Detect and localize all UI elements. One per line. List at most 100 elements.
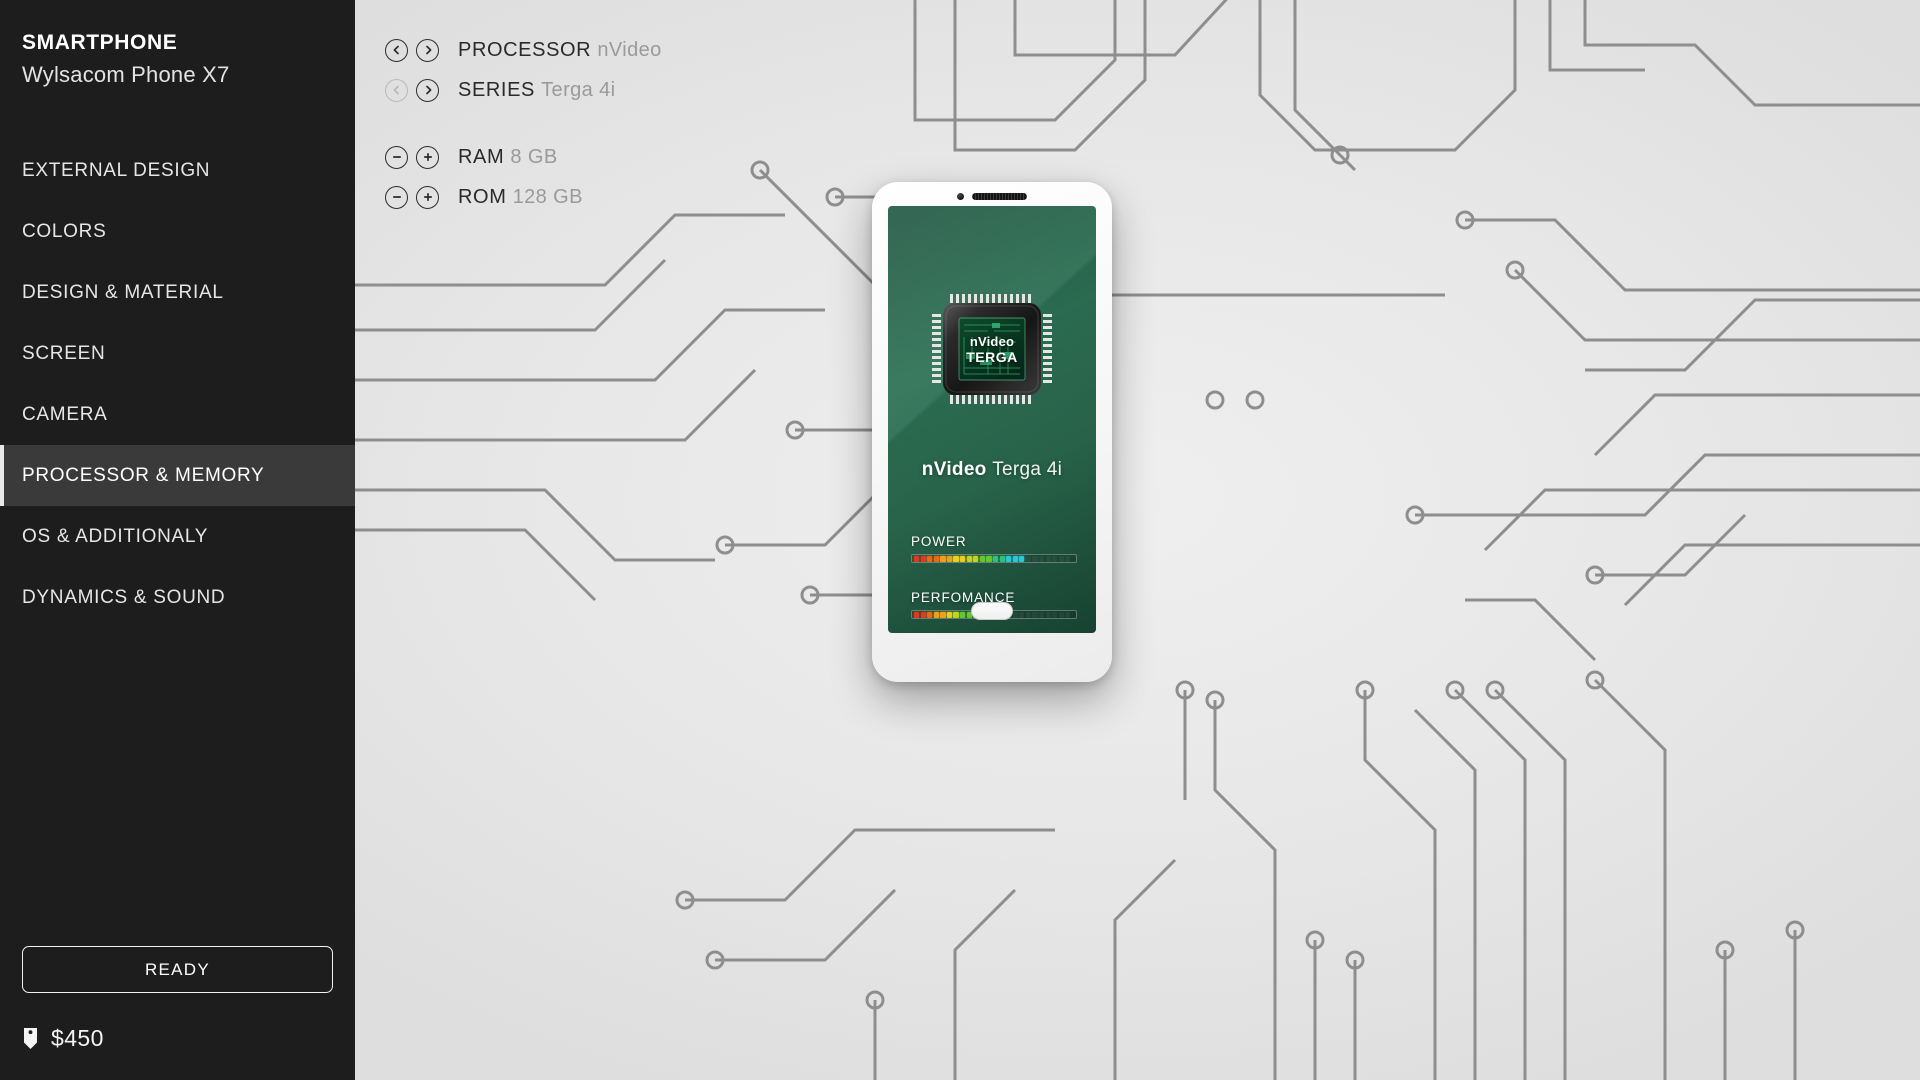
chevron-left-icon: [393, 45, 399, 55]
meter-segment: [1019, 555, 1025, 562]
meter-segment: [979, 555, 985, 562]
ram-label: RAM: [458, 145, 505, 168]
sidebar-item-label: EXTERNAL DESIGN: [22, 159, 211, 181]
sidebar-item-label: COLORS: [22, 220, 107, 242]
meter-segment: [1052, 555, 1058, 562]
meter-segment: [933, 555, 939, 562]
options-panel: PROCESSOR nVideo SERIES Terga 4i RAM 8 G…: [385, 30, 662, 217]
meter-segment: [966, 555, 972, 562]
sidebar-item-label: OS & ADDITIONALY: [22, 525, 209, 547]
chip-icon: [932, 294, 1052, 404]
meter-segment: [1045, 555, 1051, 562]
meter-segment: [1025, 611, 1032, 618]
meter-segment: [1012, 611, 1018, 618]
chip-name-model: Terga 4i: [992, 459, 1063, 480]
meter-segment: [1019, 611, 1025, 618]
option-group-memory: RAM 8 GB ROM 128 GB: [385, 137, 662, 217]
chevron-right-icon: [425, 45, 431, 55]
meter-segment: [920, 611, 926, 618]
meter-segment: [946, 611, 953, 618]
sidebar-item-dynamics-sound[interactable]: DYNAMICS & SOUND: [0, 567, 355, 628]
sidebar-item-colors[interactable]: COLORS: [0, 201, 355, 262]
meter-segment: [1058, 555, 1064, 562]
sidebar-menu: EXTERNAL DESIGN COLORS DESIGN & MATERIAL…: [0, 140, 355, 628]
chevron-right-icon: [425, 85, 431, 95]
meter-segment: [999, 555, 1005, 562]
meter-segment: [1006, 555, 1012, 562]
processor-chip-graphic: nVideo TERGA: [928, 290, 1056, 408]
meter-segment: [960, 611, 966, 618]
rom-decrease-button[interactable]: [385, 185, 408, 209]
ram-decrease-button[interactable]: [385, 145, 408, 169]
sidebar-item-external-design[interactable]: EXTERNAL DESIGN: [0, 140, 355, 201]
sidebar-item-label: PROCESSOR & MEMORY: [22, 464, 265, 486]
meter-segment: [927, 555, 933, 562]
series-next-button[interactable]: [416, 78, 439, 102]
front-camera-icon: [957, 193, 964, 200]
phone-top-bezel: [872, 193, 1112, 200]
rom-increase-button[interactable]: [416, 185, 439, 209]
ram-increase-button[interactable]: [416, 145, 439, 169]
meter-segment: [1038, 555, 1045, 562]
meter-segment: [992, 555, 999, 562]
price-tag-icon: [24, 1028, 37, 1049]
meter-power-bar: [911, 554, 1077, 563]
sidebar-item-label: DESIGN & MATERIAL: [22, 281, 224, 303]
meter-segment: [914, 611, 920, 618]
sidebar-item-label: SCREEN: [22, 342, 106, 364]
series-label: SERIES: [458, 78, 535, 101]
price-value: $450: [51, 1025, 104, 1051]
meter-segment: [1025, 555, 1032, 562]
meter-segment: [986, 555, 992, 562]
minus-circle-icon: [392, 196, 401, 198]
option-row-series: SERIES Terga 4i: [385, 70, 662, 110]
meter-segment: [1038, 611, 1045, 618]
meter-segment: [973, 555, 979, 562]
series-prev-button[interactable]: [385, 78, 408, 102]
rom-label: ROM: [458, 185, 507, 208]
sidebar-item-design-material[interactable]: DESIGN & MATERIAL: [0, 262, 355, 323]
ram-value: 8 GB: [510, 145, 558, 168]
processor-label: PROCESSOR: [458, 38, 592, 61]
meter-segment: [1032, 555, 1038, 562]
chevron-left-icon: [393, 85, 399, 95]
meter-segment: [933, 611, 939, 618]
sidebar-footer: READY $450: [0, 946, 355, 1080]
meter-segment: [960, 555, 966, 562]
page-title: SMARTPHONE: [22, 31, 178, 54]
minus-circle-icon: [392, 156, 401, 158]
meter-segment: [946, 555, 953, 562]
meter-segment: [953, 555, 959, 562]
chip-name-brand: nVideo: [921, 459, 987, 480]
meter-segment: [953, 611, 959, 618]
phone-preview: nVideo TERGA nVideo Terga 4i POWER PERFO…: [872, 182, 1112, 682]
home-button[interactable]: [971, 602, 1013, 620]
sidebar-item-os-additionaly[interactable]: OS & ADDITIONALY: [0, 506, 355, 567]
series-value: Terga 4i: [541, 78, 616, 101]
processor-next-button[interactable]: [416, 38, 439, 62]
meter-segment: [1032, 611, 1038, 618]
sidebar-item-screen[interactable]: SCREEN: [0, 323, 355, 384]
phone-body: nVideo TERGA nVideo Terga 4i POWER PERFO…: [872, 182, 1112, 682]
earpiece-speaker-icon: [972, 193, 1027, 200]
price-row: $450: [22, 1025, 333, 1052]
option-row-ram: RAM 8 GB: [385, 137, 662, 177]
meter-power-label: POWER: [911, 534, 967, 549]
brand-block: SMARTPHONE Wylsacom Phone X7: [0, 0, 355, 88]
meter-segment: [1045, 611, 1051, 618]
processor-prev-button[interactable]: [385, 38, 408, 62]
meter-segment: [927, 611, 933, 618]
phone-screen: nVideo TERGA nVideo Terga 4i POWER PERFO…: [888, 206, 1096, 633]
app-root: SMARTPHONE Wylsacom Phone X7 EXTERNAL DE…: [0, 0, 1920, 1080]
plus-circle-icon: [423, 152, 432, 162]
sidebar-item-camera[interactable]: CAMERA: [0, 384, 355, 445]
option-row-processor: PROCESSOR nVideo: [385, 30, 662, 70]
meter-power: POWER: [911, 534, 1077, 563]
ready-button[interactable]: READY: [22, 946, 333, 993]
sidebar-item-label: CAMERA: [22, 403, 108, 425]
rom-label-wrap: ROM 128 GB: [458, 186, 583, 209]
sidebar-item-processor-memory[interactable]: PROCESSOR & MEMORY: [0, 445, 355, 507]
product-name: Wylsacom Phone X7: [22, 62, 230, 88]
meter-segment: [940, 611, 946, 618]
ram-label-wrap: RAM 8 GB: [458, 146, 558, 169]
